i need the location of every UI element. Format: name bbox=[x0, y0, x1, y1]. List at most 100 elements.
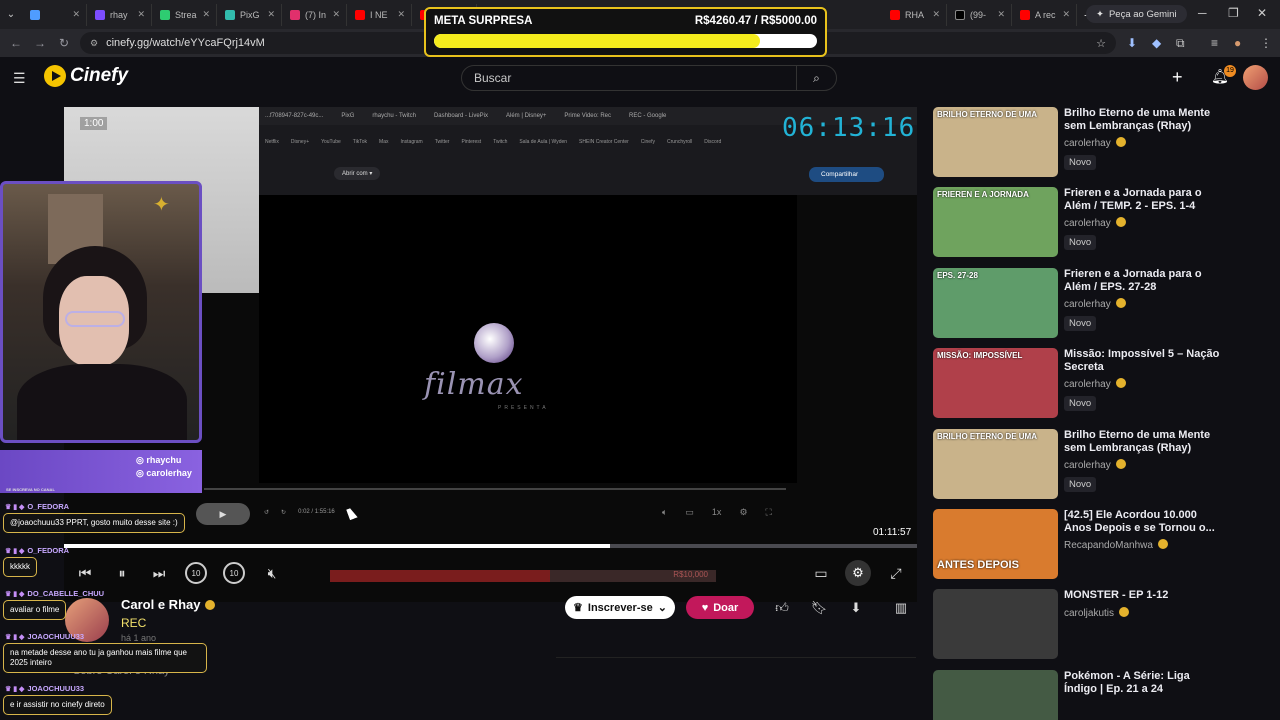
chat-message: avaliar o filme bbox=[3, 600, 67, 620]
browser-tab[interactable]: ✕ bbox=[24, 3, 87, 26]
mute-icon[interactable]: 🔇︎ bbox=[259, 560, 285, 586]
close-tab-icon[interactable]: ✕ bbox=[1062, 9, 1070, 20]
close-tab-icon[interactable]: ✕ bbox=[397, 9, 405, 20]
video-duration: 01:11:57 bbox=[873, 527, 912, 538]
webcam-timer: 1:00 bbox=[80, 117, 108, 130]
like-icon[interactable]: 👍︎ bbox=[770, 597, 794, 619]
gemini-button[interactable]: ✦ Peça ao Gemini bbox=[1086, 5, 1187, 23]
save-bookmark-icon[interactable]: 🔖︎ bbox=[807, 597, 831, 619]
browser-tab[interactable]: rhay ✕ bbox=[89, 3, 152, 26]
profile-icon[interactable]: ● bbox=[1234, 36, 1241, 50]
browser-tab[interactable]: Strea ✕ bbox=[154, 3, 217, 26]
rewind-10-icon[interactable]: 10 bbox=[185, 562, 207, 584]
chat-username: ♛ ▮ ◆ O_FEDORA bbox=[5, 546, 70, 555]
browser-menu-icon[interactable]: ⋮ bbox=[1260, 36, 1272, 50]
search-input[interactable] bbox=[462, 66, 796, 90]
create-plus-icon[interactable]: + bbox=[1172, 67, 1183, 88]
video-thumbnail: BRILHO ETERNO DE UMA bbox=[933, 107, 1058, 177]
extension-icon[interactable]: ◆ bbox=[1152, 36, 1161, 50]
forward-10-icon[interactable]: 10 bbox=[223, 562, 245, 584]
chat-message: kkkkk bbox=[3, 557, 37, 577]
extensions-puzzle-icon[interactable]: ⧉ bbox=[1176, 36, 1185, 51]
verified-icon bbox=[1115, 378, 1126, 388]
fullscreen-icon[interactable]: ⤢ bbox=[883, 560, 909, 586]
search-bar: ⌕ bbox=[461, 65, 837, 91]
video-thumbnail bbox=[933, 589, 1058, 659]
cinefy-logo[interactable]: Cinefy bbox=[44, 65, 128, 87]
chat-badges-icon: ♛ ▮ ◆ bbox=[5, 633, 25, 641]
tab-favicon-icon bbox=[95, 9, 105, 20]
hamburger-menu-icon[interactable]: ☰ bbox=[13, 70, 27, 87]
chat-username: ♛ ▮ ◆ O_FEDORA bbox=[5, 502, 70, 511]
close-tab-icon[interactable]: ✕ bbox=[267, 9, 275, 20]
maximize-window-button[interactable]: ❐ bbox=[1228, 6, 1239, 20]
settings-gear-icon[interactable]: ⚙ bbox=[845, 560, 871, 586]
close-tab-icon[interactable]: ✕ bbox=[202, 9, 210, 20]
recommended-video[interactable]: BRILHO ETERNO DE UMA Brilho Eterno de um… bbox=[933, 107, 1263, 179]
inner-play-icon: ▶ bbox=[196, 503, 250, 525]
user-avatar[interactable] bbox=[1243, 65, 1268, 90]
recommended-video[interactable]: Pokémon - A Série: Liga Índigo | Ep. 21 … bbox=[933, 670, 1263, 720]
chat-username: ♛ ▮ ◆ JOAOCHUUU33 bbox=[5, 684, 85, 693]
goal-amount: R$4260.47 / R$5000.00 bbox=[694, 15, 817, 27]
browser-tab[interactable]: (7) In ✕ bbox=[284, 3, 347, 26]
inner-speed: 1x bbox=[711, 507, 722, 517]
close-window-button[interactable]: ✕ bbox=[1257, 6, 1267, 20]
browser-tab[interactable]: I NE ✕ bbox=[349, 3, 412, 26]
verified-icon bbox=[205, 600, 216, 610]
forward-icon[interactable]: → bbox=[28, 36, 52, 50]
search-icon[interactable]: ⌕ bbox=[796, 66, 836, 90]
video-thumbnail: FRIEREN E A JORNADA bbox=[933, 187, 1058, 257]
browser-tab[interactable]: RHA ✕ bbox=[884, 3, 947, 26]
new-badge: Novo bbox=[1064, 316, 1097, 331]
streamer-glasses bbox=[65, 311, 125, 327]
close-tab-icon[interactable]: ✕ bbox=[137, 9, 145, 20]
close-tab-icon[interactable]: ✕ bbox=[72, 9, 80, 20]
reload-icon[interactable]: ↻ bbox=[52, 36, 76, 50]
download-extension-icon[interactable]: ⬇ bbox=[1127, 36, 1137, 50]
inner-settings-icon: ⚙ bbox=[739, 507, 748, 517]
recommended-video[interactable]: MISSÃO: IMPOSSÍVEL Missão: Impossível 5 … bbox=[933, 348, 1263, 420]
new-badge: Novo bbox=[1064, 477, 1097, 492]
donate-button[interactable]: ♥ Doar bbox=[686, 596, 754, 619]
recommended-video[interactable]: EPS. 27-28 Frieren e a Jornada para o Al… bbox=[933, 268, 1263, 340]
recommended-video[interactable]: ANTES DEPOIS [42.5] Ele Acordou 10.000 A… bbox=[933, 509, 1263, 581]
sidebar-toggle-icon[interactable]: ▥ bbox=[889, 597, 913, 619]
channel-name[interactable]: Carol e Rhay bbox=[121, 597, 216, 612]
browser-tab[interactable]: A rec ✕ bbox=[1014, 3, 1077, 26]
bookmark-star-icon[interactable]: ☆ bbox=[1096, 37, 1106, 50]
chat-username: ♛ ▮ ◆ DO_CABELLE_CHUU bbox=[5, 589, 105, 598]
compartilhar-button: Compartilhar bbox=[809, 167, 884, 182]
recommended-video[interactable]: MONSTER - EP 1-12 caroljakutis bbox=[933, 589, 1263, 661]
download-icon[interactable]: ⬇ bbox=[844, 597, 868, 619]
verified-icon bbox=[1119, 607, 1130, 617]
theater-mode-icon[interactable]: ▭ bbox=[808, 560, 834, 586]
chat-username: ♛ ▮ ◆ JOAOCHUUU33 bbox=[5, 632, 85, 641]
video-thumbnail: EPS. 27-28 bbox=[933, 268, 1058, 338]
divider bbox=[556, 657, 916, 658]
streamer-torso bbox=[17, 364, 187, 440]
tab-search-icon[interactable]: ⌄ bbox=[0, 4, 22, 26]
recommended-video[interactable]: FRIEREN E A JORNADA Frieren e a Jornada … bbox=[933, 187, 1263, 259]
video-thumbnail: ANTES DEPOIS bbox=[933, 509, 1058, 579]
close-tab-icon[interactable]: ✕ bbox=[332, 9, 340, 20]
filmax-logo-icon bbox=[474, 323, 514, 363]
inner-fullscreen-icon: ⛶ bbox=[765, 507, 772, 517]
star-decoration-icon: ✦ bbox=[153, 194, 170, 216]
streamer-webcam: ✦ bbox=[0, 181, 202, 443]
tab-groups-icon[interactable]: ≡ bbox=[1211, 36, 1218, 50]
back-icon[interactable]: ← bbox=[4, 36, 28, 50]
video-progress-bar[interactable] bbox=[64, 544, 917, 548]
recommended-video[interactable]: BRILHO ETERNO DE UMA Brilho Eterno de um… bbox=[933, 429, 1263, 501]
site-info-icon[interactable]: ⚙ bbox=[90, 38, 98, 49]
close-tab-icon[interactable]: ✕ bbox=[932, 9, 940, 20]
inner-forward-icon: ↻ bbox=[281, 510, 287, 516]
pause-icon[interactable]: ⏸ bbox=[109, 560, 135, 586]
next-icon[interactable]: ⏭ bbox=[146, 560, 172, 586]
browser-tab[interactable]: (99- ✕ bbox=[949, 3, 1012, 26]
browser-tab[interactable]: PixG ✕ bbox=[219, 3, 282, 26]
previous-icon[interactable]: ⏮ bbox=[72, 560, 98, 586]
subscribe-button[interactable]: ♛ Inscrever-se ⌄ bbox=[565, 596, 675, 619]
minimize-window-button[interactable]: ─ bbox=[1198, 6, 1207, 20]
close-tab-icon[interactable]: ✕ bbox=[997, 9, 1005, 20]
